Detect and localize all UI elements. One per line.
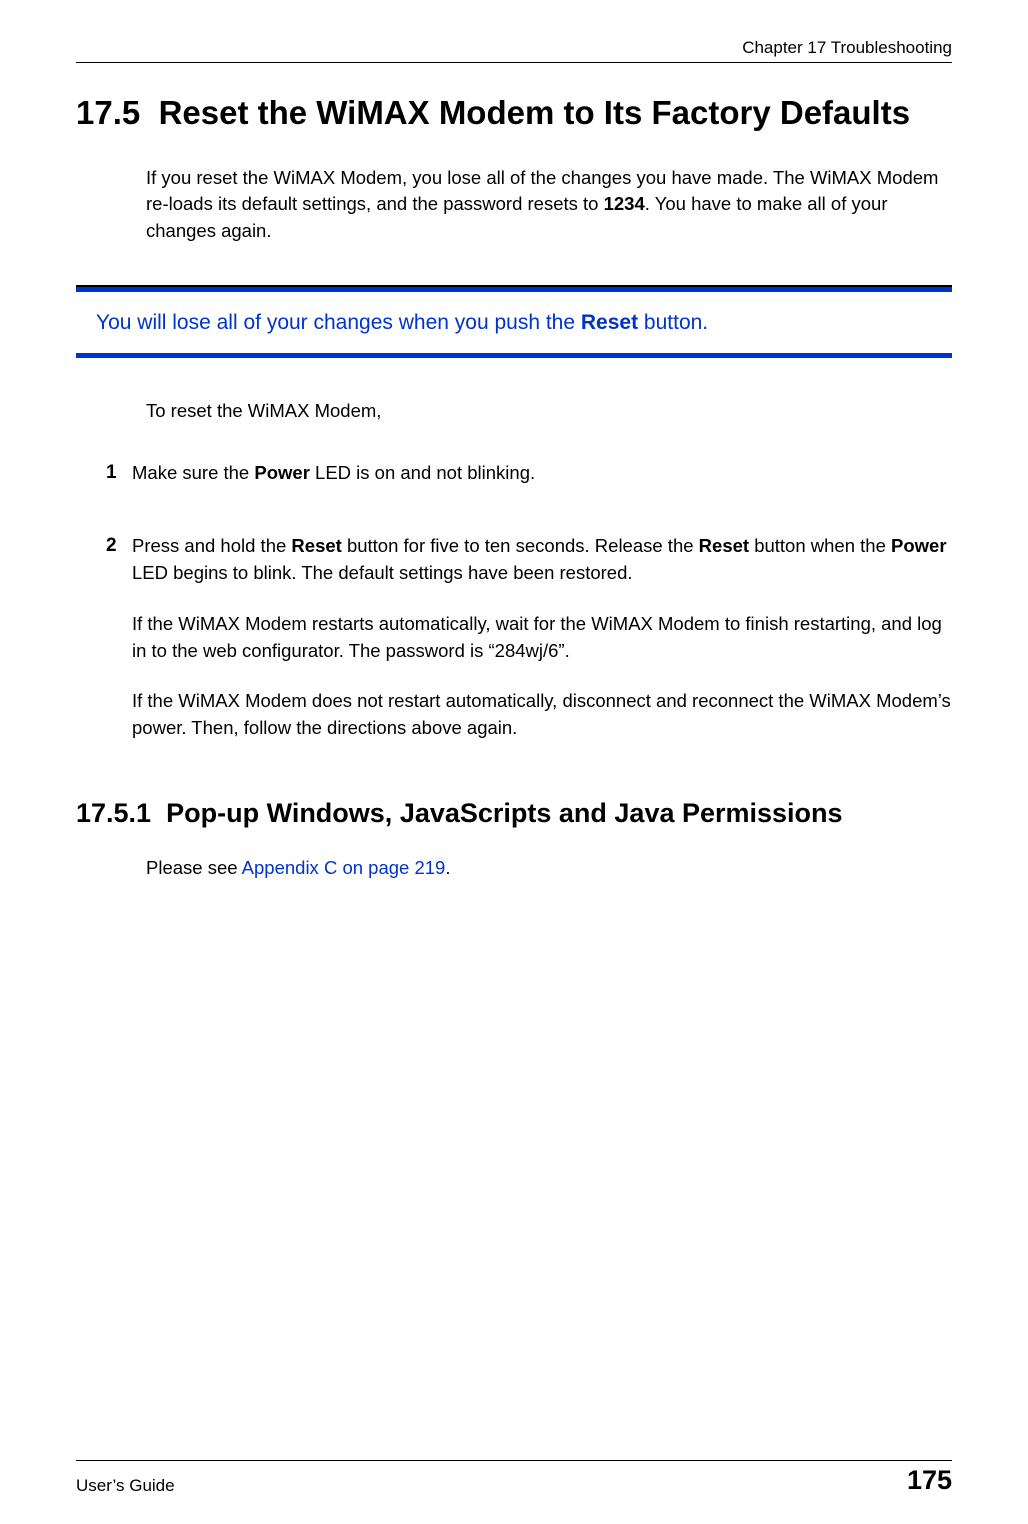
subsection-number: 17.5.1 [76,798,151,828]
step2-b: Reset [291,535,341,556]
step1-c: LED is on and not blinking. [310,462,535,483]
step-2: 2 Press and hold the Reset button for fi… [106,533,952,766]
step-number: 2 [106,533,132,766]
post-step-p2: If the WiMAX Modem does not restart auto… [132,688,952,742]
subintro-text: To reset the WiMAX Modem, [146,398,952,424]
main-content: 17.5 Reset the WiMAX Modem to Its Factor… [76,63,952,1460]
subsection-title: Pop-up Windows, JavaScripts and Java Per… [166,798,842,828]
step-1: 1 Make sure the Power LED is on and not … [106,460,952,511]
step2-a: Press and hold the [132,535,291,556]
page-header: Chapter 17 Troubleshooting [76,38,952,63]
step2-f: Power [891,535,947,556]
section-number: 17.5 [76,94,140,131]
intro-paragraph: If you reset the WiMAX Modem, you lose a… [146,165,952,245]
footer-page-number: 175 [907,1465,952,1496]
appendix-before: Please see [146,857,242,878]
callout-after: button. [638,311,708,334]
step1-b: Power [254,462,310,483]
step-body: Make sure the Power LED is on and not bl… [132,460,952,511]
appendix-after: . [445,857,450,878]
step-body: Press and hold the Reset button for five… [132,533,952,766]
callout-box: You will lose all of your changes when y… [76,285,952,358]
step2-e: button when the [749,535,891,556]
post-step-p1: If the WiMAX Modem restarts automaticall… [132,611,952,665]
subsection-heading: 17.5.1 Pop-up Windows, JavaScripts and J… [76,798,952,829]
step2-g: LED begins to blink. The default setting… [132,562,633,583]
appendix-paragraph: Please see Appendix C on page 219. [146,857,952,879]
section-title: Reset the WiMAX Modem to Its Factory Def… [159,94,910,131]
appendix-link[interactable]: Appendix C on page 219 [242,857,446,878]
default-password: 1234 [604,193,645,214]
page-footer: User’s Guide 175 [76,1460,952,1524]
step2-c: button for five to ten seconds. Release … [342,535,699,556]
callout-text: You will lose all of your changes when y… [76,287,952,353]
step1-a: Make sure the [132,462,254,483]
callout-before: You will lose all of your changes when y… [96,311,581,334]
step2-d: Reset [699,535,749,556]
callout-bold: Reset [581,311,638,334]
step-number: 1 [106,460,132,511]
footer-guide-label: User’s Guide [76,1476,175,1496]
section-heading: 17.5 Reset the WiMAX Modem to Its Factor… [76,93,952,133]
